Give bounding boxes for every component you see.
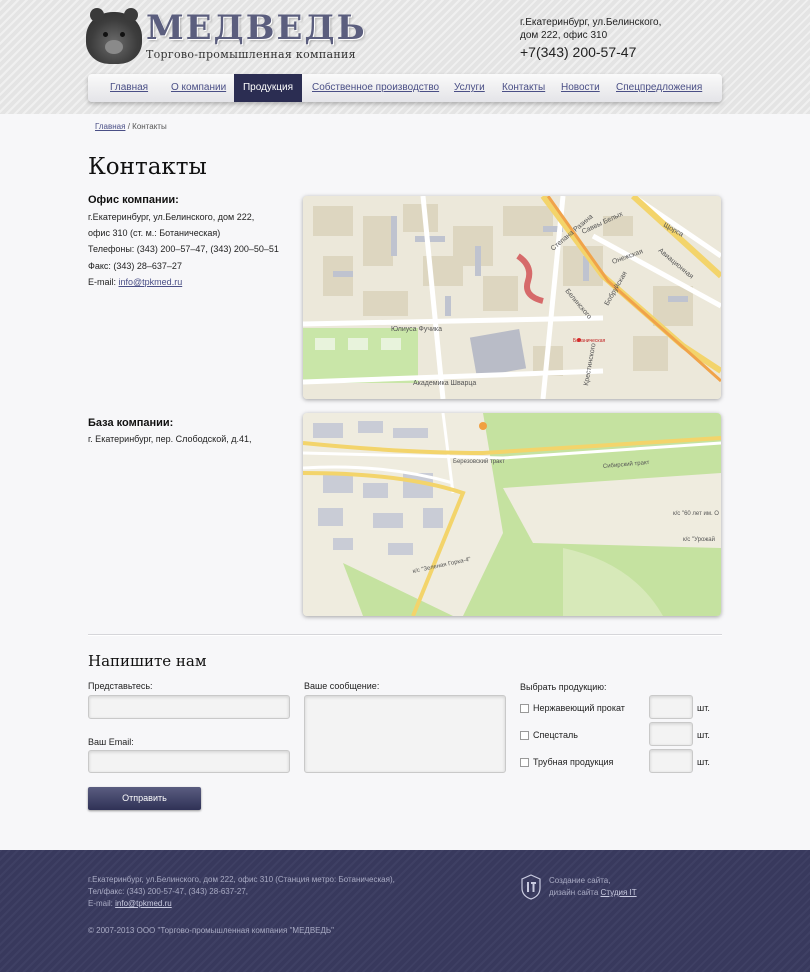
site-footer (0, 850, 810, 972)
product-unit: шт. (697, 703, 710, 713)
footer-copyright: © 2007-2013 ООО "Торгово-промышленная ко… (88, 926, 335, 935)
section-divider (88, 634, 722, 636)
office-phones: Телефоны: (343) 200–57–47, (343) 200–50–… (88, 244, 279, 254)
breadcrumb-separator: / (127, 122, 130, 131)
header-phone: +7(343) 200-57-47 (520, 44, 637, 60)
map1-street-label: Академика Шварца (413, 380, 476, 387)
base-address: г. Екатеринбург, пер. Слободской, д.41, (88, 434, 252, 444)
header-address: г.Екатеринбург, ул.Белинского, дом 222, … (520, 16, 661, 42)
office-address-line1: г.Екатеринбург, ул.Белинского, дом 222, (88, 212, 255, 222)
base-title: База компании: (88, 417, 174, 429)
name-input[interactable] (88, 695, 290, 719)
message-label: Ваше сообщение: (304, 681, 380, 691)
page-title: Контакты (88, 154, 207, 180)
product-checkbox-specsteel[interactable] (520, 731, 529, 740)
email-label: Ваш Email: (88, 737, 134, 747)
site-header: МЕДВЕДЬ Торгово-промышленная компания г.… (0, 0, 810, 122)
nav-item-products[interactable]: Продукция (234, 74, 302, 102)
product-checkbox-pipes[interactable] (520, 758, 529, 767)
nav-item-home[interactable]: Главная (110, 74, 148, 102)
footer-email: E-mail: info@tpkmed.ru (88, 899, 172, 908)
nav-item-production[interactable]: Собственное производство (312, 74, 439, 102)
nav-item-services[interactable]: Услуги (454, 74, 485, 102)
product-qty-specsteel[interactable] (649, 722, 693, 746)
bear-logo-icon[interactable] (86, 8, 142, 64)
breadcrumb-home-link[interactable]: Главная (95, 122, 125, 131)
product-label-stainless: Нержавеющий прокат (533, 703, 625, 713)
submit-button[interactable]: Отправить (88, 787, 201, 810)
footer-email-link[interactable]: info@tpkmed.ru (115, 899, 172, 908)
header-address-line1: г.Екатеринбург, ул.Белинского, (520, 17, 662, 28)
name-label: Представьтесь: (88, 681, 153, 691)
footer-email-label: E-mail: (88, 899, 113, 908)
breadcrumb-current: Контакты (132, 122, 167, 131)
base-map-graphic: Сибирский тракт Березовский тракт к/с "З… (303, 413, 721, 616)
office-email-label: E-mail: (88, 277, 117, 287)
message-textarea[interactable] (304, 695, 506, 773)
map2-street-label: к/с "Урожай (683, 536, 715, 543)
product-unit: шт. (697, 730, 710, 740)
email-input[interactable] (88, 750, 290, 773)
product-label-specsteel: Спецсталь (533, 730, 578, 740)
footer-phones: Тел/факс: (343) 200-57-47, (343) 28-637-… (88, 887, 248, 896)
product-unit: шт. (697, 757, 710, 767)
map1-street-label: Ботаническая (573, 338, 605, 344)
studio-line1: Создание сайта, (549, 876, 611, 885)
brand-tagline: Торгово-промышленная компания (146, 48, 356, 61)
studio-line2-prefix: дизайн сайта (549, 888, 599, 897)
office-address-line2: офис 310 (ст. м.: Ботаническая) (88, 228, 221, 238)
studio-logo-icon[interactable] (521, 874, 541, 900)
office-email-link[interactable]: info@tpkmed.ru (119, 277, 183, 287)
studio-link[interactable]: Студия IT (601, 888, 637, 897)
products-label: Выбрать продукцию: (520, 682, 607, 692)
brand-name[interactable]: МЕДВЕДЬ (146, 10, 367, 46)
nav-item-specials[interactable]: Спецпредложения (616, 74, 702, 102)
nav-item-about[interactable]: О компании (171, 74, 226, 102)
product-label-pipes: Трубная продукция (533, 757, 614, 767)
studio-line2: дизайн сайта Студия IT (549, 888, 637, 897)
office-fax: Факс: (343) 28–637–27 (88, 261, 182, 271)
footer-address: г.Екатеринбург, ул.Белинского, дом 222, … (88, 875, 395, 884)
header-address-line2: дом 222, офис 310 (520, 30, 608, 41)
product-checkbox-stainless[interactable] (520, 704, 529, 713)
form-title: Напишите нам (88, 652, 207, 670)
map2-street-label: Березовский тракт (453, 458, 505, 465)
product-qty-stainless[interactable] (649, 695, 693, 719)
map2-street-label: к/с "60 лет им. О (673, 511, 719, 517)
office-map-graphic: Юлиуса Фучика Академика Шварца Белинског… (303, 196, 721, 399)
office-map[interactable]: Юлиуса Фучика Академика Шварца Белинског… (303, 196, 721, 399)
breadcrumb: Главная / Контакты (95, 122, 167, 131)
base-map[interactable]: Сибирский тракт Березовский тракт к/с "З… (303, 413, 721, 616)
nav-item-news[interactable]: Новости (561, 74, 600, 102)
main-nav: Главная О компании Продукция Собственное… (88, 74, 722, 102)
office-email: E-mail: info@tpkmed.ru (88, 277, 182, 287)
nav-item-contacts[interactable]: Контакты (502, 74, 545, 102)
product-qty-pipes[interactable] (649, 749, 693, 773)
map1-street-label: Юлиуса Фучика (391, 326, 442, 333)
office-title: Офис компании: (88, 194, 179, 206)
